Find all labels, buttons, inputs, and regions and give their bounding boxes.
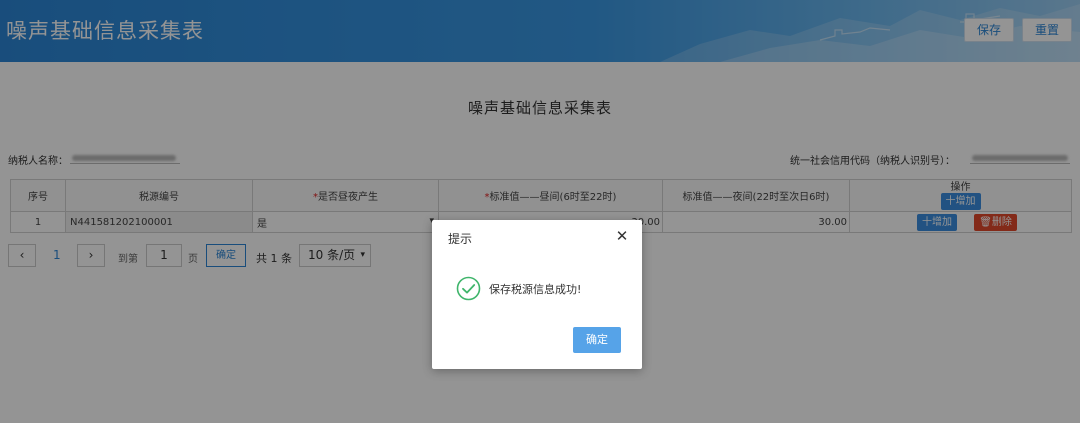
dialog-ok-button[interactable]: 确定 [573, 327, 621, 353]
success-check-icon [456, 276, 481, 301]
dialog-message: 保存税源信息成功! [489, 283, 582, 296]
dialog-title: 提示 [448, 232, 473, 246]
close-icon[interactable]: ✕ [615, 228, 629, 244]
success-dialog: 提示 ✕ 保存税源信息成功! 确定 [432, 220, 642, 369]
